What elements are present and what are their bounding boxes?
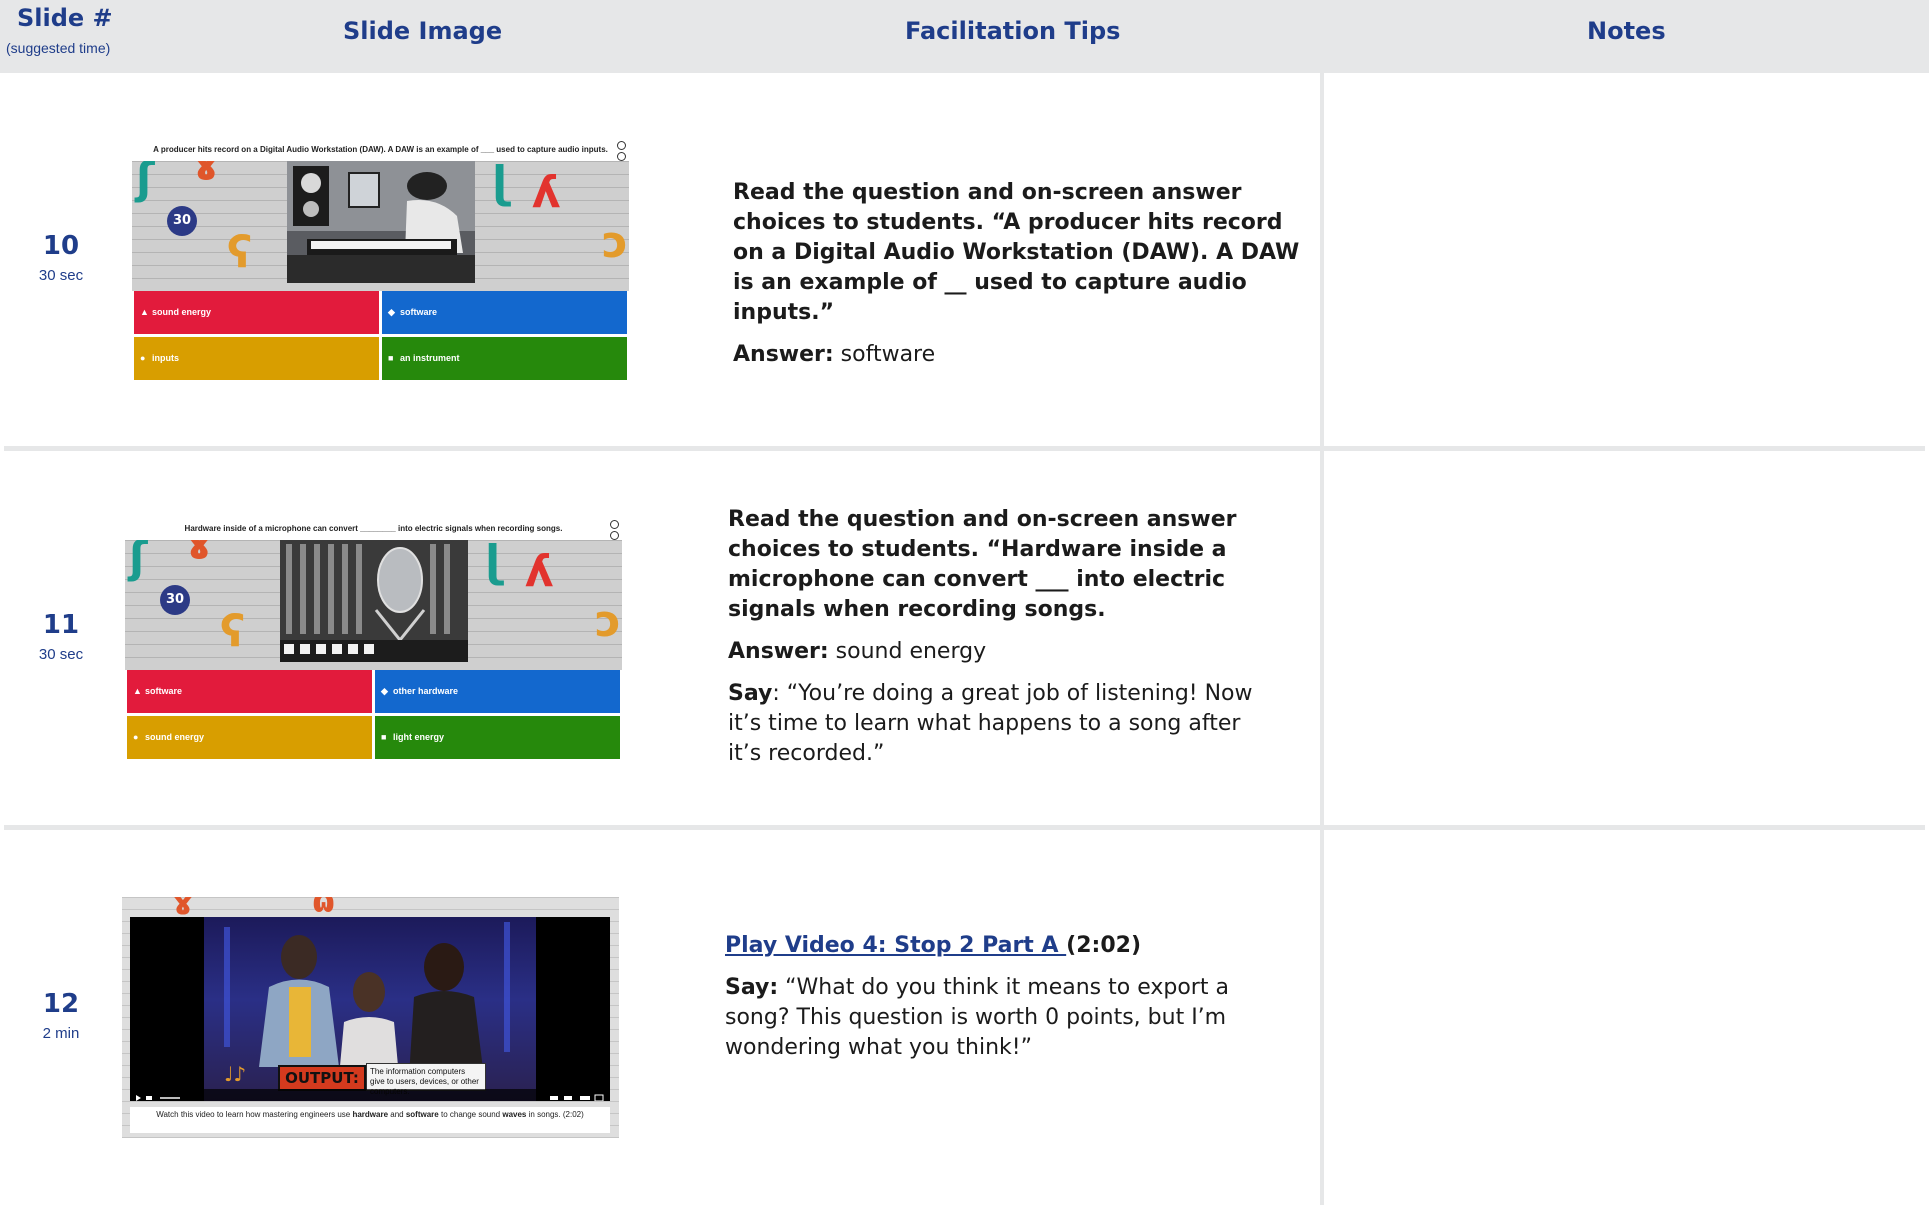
facilitation-tips: Play Video 4: Stop 2 Part A (2:02) Say: … [725, 931, 1305, 1075]
video-slide-thumbnail: ɤ ɷ ♩♪ OUTPUT: The information computers… [122, 897, 619, 1138]
video-controls[interactable] [130, 1089, 610, 1101]
tip-instruction: Read the question and on-screen answer c… [728, 507, 1237, 622]
answer-option: ■ light energy [375, 716, 620, 759]
circle-icon: ● [133, 732, 139, 742]
output-definition: The information computers give to users,… [366, 1063, 486, 1096]
tip-answer: Answer: sound energy [728, 639, 987, 664]
settings-icon [610, 520, 620, 540]
triangle-icon: ▲ [140, 307, 149, 317]
answer-grid: ▲ software ◆ other hardware ● sound energy … [127, 670, 621, 760]
quiz-stage: ʃ ɤ ʕ ɭ ʎ ɔ 30 [125, 540, 622, 670]
square-icon: ■ [381, 732, 387, 742]
tip-answer: Answer: software [733, 342, 936, 367]
video-caption: Watch this video to learn how mastering … [130, 1107, 610, 1133]
settings-icon [617, 141, 627, 161]
header-suggested-time: (suggested time) [6, 40, 111, 56]
slide-thumbnail: Hardware inside of a microphone can conv… [125, 518, 622, 763]
row-divider [4, 446, 1925, 451]
quiz-timer: 30 [167, 206, 197, 236]
row-divider [4, 825, 1925, 830]
answer-grid: ▲ sound energy ◆ software ● inputs ■ an inst… [134, 291, 628, 381]
slide-thumbnail: A producer hits record on a Digital Audi… [132, 139, 629, 384]
quiz-question: A producer hits record on a Digital Audi… [132, 139, 629, 161]
slide-time: 2 min [42, 1025, 80, 1042]
answer-option: ● inputs [134, 337, 379, 380]
header-slide-number: Slide # [17, 4, 113, 32]
triangle-icon: ▲ [133, 686, 142, 696]
slide-number: 12 [42, 989, 80, 1019]
header-slide-image: Slide Image [343, 17, 503, 45]
slide-number: 10 [42, 231, 80, 261]
diamond-icon: ◆ [388, 307, 395, 317]
studio-photo [287, 161, 475, 283]
answer-option: ▲ sound energy [134, 291, 379, 334]
quiz-stage: ʃ ɤ ʕ ɭ ʎ ɔ 30 [132, 161, 629, 291]
diamond-icon: ◆ [381, 686, 388, 696]
slide-number: 11 [42, 610, 80, 640]
slide-time: 30 sec [38, 646, 84, 663]
play-video-link[interactable]: Play Video 4: Stop 2 Part A [725, 933, 1066, 958]
tip-video: Play Video 4: Stop 2 Part A (2:02) [725, 933, 1142, 958]
tip-instruction: Read the question and on-screen answer c… [733, 180, 1300, 325]
header-facilitation-tips: Facilitation Tips [905, 17, 1121, 45]
answer-option: ◆ other hardware [375, 670, 620, 713]
video-player[interactable]: ♩♪ OUTPUT: The information computers giv… [130, 917, 610, 1101]
square-icon: ■ [388, 353, 394, 363]
quiz-question: Hardware inside of a microphone can conv… [125, 518, 622, 540]
tip-say: Say: “You’re doing a great job of listen… [728, 681, 1253, 766]
quiz-timer: 30 [160, 585, 190, 615]
output-label: OUTPUT: [278, 1065, 366, 1091]
circle-icon: ● [140, 353, 146, 363]
tip-say: Say: “What do you think it means to expo… [725, 975, 1229, 1060]
facilitation-tips: Read the question and on-screen answer c… [733, 178, 1313, 382]
answer-option: ▲ software [127, 670, 372, 713]
header-notes: Notes [1587, 17, 1666, 45]
table-header: Slide # (suggested time) Slide Image Fac… [0, 0, 1929, 73]
microphone-photo [280, 540, 468, 662]
answer-option: ◆ software [382, 291, 627, 334]
slide-time: 30 sec [38, 267, 84, 284]
column-divider [1320, 73, 1324, 1205]
answer-option: ■ an instrument [382, 337, 627, 380]
facilitation-tips: Read the question and on-screen answer c… [728, 505, 1308, 781]
answer-option: ● sound energy [127, 716, 372, 759]
